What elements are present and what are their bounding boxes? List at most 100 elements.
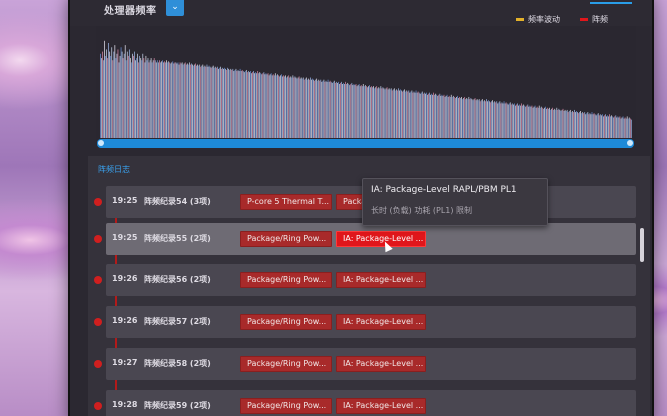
frequency-bar bbox=[528, 106, 530, 138]
frequency-bar bbox=[184, 62, 186, 138]
reason-tag[interactable]: IA: Package-Level ... bbox=[336, 314, 426, 330]
frequency-bar bbox=[333, 80, 335, 138]
frequency-bar bbox=[467, 99, 469, 138]
frequency-bar bbox=[525, 106, 527, 138]
frequency-bar bbox=[163, 62, 164, 138]
frequency-bar bbox=[402, 91, 403, 138]
frequency-bar bbox=[260, 73, 262, 138]
frequency-bar bbox=[400, 89, 401, 138]
frequency-bar bbox=[200, 66, 202, 138]
range-handle-left[interactable] bbox=[98, 140, 104, 146]
frequency-bar bbox=[122, 58, 124, 138]
frequency-bar bbox=[563, 111, 565, 138]
frequency-bar bbox=[514, 103, 515, 138]
frequency-bar bbox=[214, 66, 216, 138]
frequency-bar bbox=[473, 99, 475, 138]
frequency-bar bbox=[364, 85, 366, 138]
frequency-bar bbox=[206, 64, 208, 138]
reason-tag[interactable]: IA: Package-Level ... bbox=[336, 398, 426, 414]
frequency-bar bbox=[273, 75, 275, 138]
frequency-bar bbox=[153, 58, 155, 138]
frequency-bar bbox=[313, 79, 314, 138]
frequency-bar bbox=[324, 81, 326, 138]
reason-tag[interactable]: IA: Package-Level ... bbox=[336, 356, 426, 372]
frequency-bar bbox=[377, 88, 379, 138]
frequency-bar bbox=[626, 116, 628, 138]
frequency-bar bbox=[204, 65, 206, 138]
frequency-bar bbox=[315, 79, 316, 138]
frequency-bar bbox=[199, 64, 201, 138]
frequency-bar bbox=[161, 61, 162, 138]
frequency-bar bbox=[147, 58, 149, 138]
log-row[interactable]: 19:26 阵频纪录56 (2项) Package/Ring Pow... IA… bbox=[94, 264, 636, 296]
reason-tag[interactable]: IA: Package-Level ... bbox=[336, 272, 426, 288]
frequency-bar bbox=[112, 60, 114, 138]
frequency-bar bbox=[109, 51, 111, 138]
frequency-bar bbox=[221, 68, 222, 138]
reason-tag[interactable]: Package/Ring Pow... bbox=[240, 314, 332, 330]
frequency-bar bbox=[233, 71, 235, 138]
frequency-bar bbox=[421, 91, 423, 138]
reason-tag[interactable]: P-core 5 Thermal T... bbox=[240, 194, 332, 210]
frequency-bar bbox=[418, 92, 420, 138]
frequency-bar bbox=[432, 94, 433, 138]
frequency-bar bbox=[488, 100, 489, 138]
frequency-bar bbox=[367, 87, 368, 138]
frequency-bar bbox=[194, 64, 195, 138]
frequency-bar bbox=[557, 109, 559, 138]
frequency-bar bbox=[387, 89, 389, 138]
frequency-bar bbox=[607, 115, 608, 138]
reason-tag[interactable]: Package/Ring Pow... bbox=[240, 231, 332, 247]
reason-tag[interactable]: Package/Ring Pow... bbox=[240, 272, 332, 288]
frequency-bar bbox=[354, 85, 356, 138]
log-row[interactable]: 19:28 阵频纪录59 (2项) Package/Ring Pow... IA… bbox=[94, 390, 636, 416]
frequency-bar bbox=[540, 106, 542, 138]
frequency-bar bbox=[614, 116, 616, 138]
row-time: 19:28 bbox=[112, 400, 138, 409]
frequency-bar bbox=[282, 76, 283, 138]
frequency-bar bbox=[578, 113, 579, 138]
frequency-bar bbox=[583, 113, 585, 138]
frequency-bar bbox=[575, 112, 576, 138]
frequency-bar bbox=[447, 96, 449, 138]
reason-tag[interactable]: Package/Ring Pow... bbox=[240, 398, 332, 414]
timeline-dot bbox=[94, 198, 102, 206]
frequency-bar bbox=[469, 99, 471, 138]
frequency-bar bbox=[600, 115, 602, 138]
frequency-bar bbox=[616, 117, 618, 138]
log-scrollbar-thumb[interactable] bbox=[640, 228, 644, 262]
chart-range-scrollbar[interactable] bbox=[97, 139, 634, 148]
log-row[interactable]: 19:27 阵频纪录58 (2项) Package/Ring Pow... IA… bbox=[94, 348, 636, 380]
frequency-bar bbox=[115, 58, 117, 138]
frequency-bar bbox=[463, 98, 465, 138]
frequency-bar bbox=[348, 84, 350, 138]
frequency-bar bbox=[230, 68, 232, 138]
frequency-bar bbox=[191, 63, 192, 139]
frequency-bar bbox=[111, 47, 113, 138]
log-row[interactable]: 19:25 阵频纪录55 (2项) Package/Ring Pow... IA… bbox=[94, 223, 636, 255]
frequency-bar bbox=[544, 107, 545, 138]
frequency-bar bbox=[174, 62, 176, 138]
frequency-bar bbox=[136, 58, 137, 138]
frequency-bar bbox=[126, 51, 128, 138]
frequency-bar bbox=[257, 71, 259, 138]
log-row[interactable]: 19:26 阵频纪录57 (2项) Package/Ring Pow... IA… bbox=[94, 306, 636, 338]
frequency-bar bbox=[582, 112, 584, 138]
frequency-bar bbox=[599, 114, 601, 138]
frequency-bar bbox=[386, 87, 388, 138]
range-handle-right[interactable] bbox=[627, 140, 633, 146]
frequency-bar bbox=[546, 108, 547, 138]
reason-tag[interactable]: Package/Ring Pow... bbox=[240, 356, 332, 372]
legend-label: 阵频 bbox=[592, 15, 608, 24]
frequency-bar bbox=[601, 114, 603, 138]
frequency-bar bbox=[267, 73, 269, 138]
frequency-bar bbox=[363, 86, 365, 138]
frequency-bar bbox=[372, 87, 373, 138]
frequency-bar bbox=[120, 47, 122, 138]
page-title: 处理器频率 bbox=[104, 6, 157, 17]
frequency-bar bbox=[560, 111, 562, 138]
frequency-bar bbox=[375, 87, 377, 138]
metric-select[interactable]: ⌄ bbox=[166, 0, 184, 16]
frequency-bar bbox=[187, 64, 189, 138]
row-time: 19:26 bbox=[112, 316, 138, 325]
